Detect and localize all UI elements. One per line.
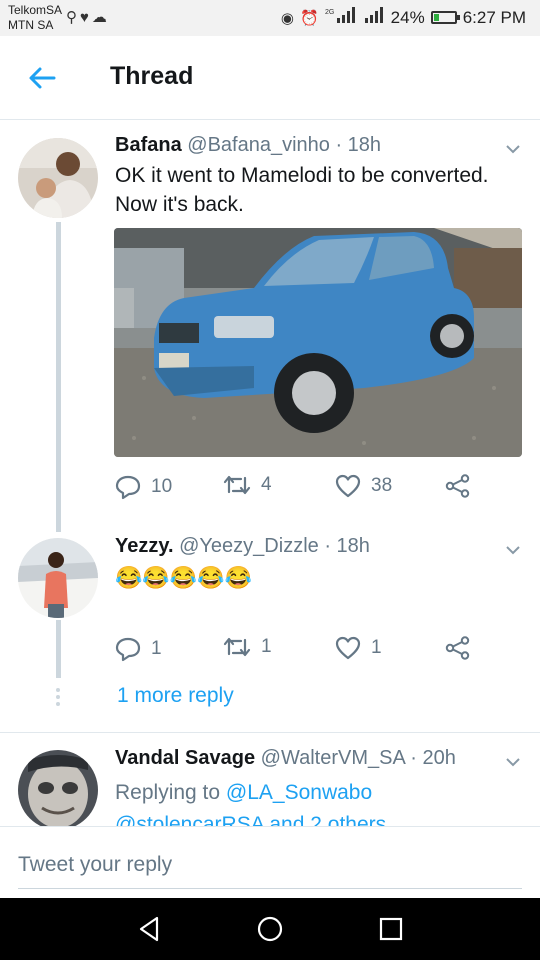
page-title: Thread — [110, 62, 194, 90]
network-type-label: 2G — [325, 9, 334, 16]
replying-to-user[interactable]: @LA_Sonwabo — [226, 781, 372, 804]
system-nav-bar — [0, 898, 540, 960]
tweet-time: · 20h — [410, 747, 456, 769]
like-button[interactable]: 1 — [335, 636, 382, 660]
tweet-text-line: Now it's back. — [115, 193, 244, 216]
chevron-down-icon[interactable] — [504, 541, 522, 559]
carrier-secondary: MTN SA — [8, 18, 54, 32]
usb-icon: ⚲ — [66, 9, 80, 26]
alarm-icon: ⏰ — [299, 9, 319, 27]
signal-icon-2 — [361, 7, 385, 28]
thread-connector — [56, 222, 61, 532]
arrow-left-icon — [29, 67, 56, 89]
thread-connector — [56, 620, 61, 678]
cloud-icon: ☁ — [91, 9, 110, 26]
status-bar: TelkomSA MTN SA ⚲♥☁ ◉ ⏰ 2G 24% 6:27 PM — [0, 0, 540, 36]
tweet-text: OK it went to Mamelodi to be converted. … — [115, 161, 525, 219]
tweet-header: Vandal Savage @WalterVM_SA · 20h — [115, 747, 456, 770]
author-name[interactable]: Yezzy. — [115, 535, 174, 557]
tweet-actions: 10 4 38 — [115, 474, 495, 504]
reply-input[interactable] — [18, 849, 522, 889]
retweet-icon — [223, 475, 251, 495]
battery-icon — [430, 11, 460, 24]
carrier-primary: TelkomSA — [8, 3, 63, 17]
nav-recents-button[interactable] — [376, 914, 406, 944]
heart-outline-icon — [335, 474, 361, 498]
heart-outline-icon — [335, 636, 361, 660]
more-replies-link[interactable]: 1 more reply — [117, 684, 234, 708]
clock: 6:27 PM — [462, 7, 526, 27]
thread-ellipsis — [56, 688, 60, 709]
replying-to-prefix: Replying to — [115, 781, 221, 804]
reply-composer — [0, 826, 540, 898]
retweet-count: 4 — [261, 474, 272, 495]
author-name[interactable]: Bafana — [115, 134, 182, 156]
avatar[interactable] — [18, 750, 98, 830]
share-icon — [445, 636, 470, 660]
reply-icon — [115, 637, 141, 662]
notification-icons: ⚲♥☁ — [66, 8, 110, 26]
carrier-names: TelkomSA MTN SA — [8, 3, 62, 33]
triangle-back-icon — [139, 916, 159, 942]
reply-count: 1 — [151, 638, 162, 659]
heart-icon: ♥ — [80, 9, 92, 26]
tweet-image[interactable] — [114, 228, 522, 457]
tweet-text-line: OK it went to Mamelodi to be converted. — [115, 164, 489, 187]
nav-back-button[interactable] — [134, 914, 164, 944]
like-count: 38 — [371, 475, 393, 496]
retweet-icon — [223, 637, 251, 657]
retweet-button[interactable]: 4 — [223, 474, 272, 496]
tweet-actions: 1 1 1 — [115, 636, 495, 666]
tweet-header: Bafana @Bafana_vinho · 18h — [115, 134, 381, 157]
square-recents-icon — [379, 917, 403, 941]
reply-button[interactable]: 1 — [115, 636, 162, 662]
tweet-time: · 18h — [335, 134, 382, 156]
avatar[interactable] — [18, 538, 98, 618]
data-saver-icon: ◉ — [280, 9, 294, 27]
app-bar: Thread — [0, 36, 540, 120]
reply-button[interactable]: 10 — [115, 474, 172, 500]
battery-percent: 24% — [390, 7, 425, 27]
back-button[interactable] — [22, 60, 62, 96]
divider — [0, 732, 540, 733]
like-count: 1 — [371, 637, 382, 658]
system-status: ◉ ⏰ 2G 24% 6:27 PM — [281, 7, 526, 28]
tweet-header: Yezzy. @Yeezy_Dizzle · 18h — [115, 535, 370, 558]
tweet-text: 😂😂😂😂😂 — [115, 565, 252, 590]
blue-pickup-truck-photo — [114, 228, 522, 457]
reply-count: 10 — [151, 476, 173, 497]
retweet-count: 1 — [261, 636, 272, 657]
share-button[interactable] — [445, 636, 471, 660]
avatar[interactable] — [18, 138, 98, 218]
retweet-button[interactable]: 1 — [223, 636, 272, 658]
circle-home-icon — [257, 916, 283, 942]
author-handle[interactable]: @WalterVM_SA — [261, 747, 405, 769]
share-icon — [445, 474, 470, 498]
nav-home-button[interactable] — [255, 914, 285, 944]
author-handle[interactable]: @Yeezy_Dizzle — [179, 535, 319, 557]
like-button[interactable]: 38 — [335, 474, 392, 498]
reply-icon — [115, 475, 141, 500]
share-button[interactable] — [445, 474, 471, 498]
author-name[interactable]: Vandal Savage — [115, 747, 255, 769]
battery-level — [433, 14, 439, 21]
author-handle[interactable]: @Bafana_vinho — [187, 134, 330, 156]
tweet-time: · 18h — [324, 535, 370, 557]
chevron-down-icon[interactable] — [504, 753, 522, 771]
chevron-down-icon[interactable] — [504, 140, 522, 158]
signal-icon: 2G — [325, 7, 355, 28]
